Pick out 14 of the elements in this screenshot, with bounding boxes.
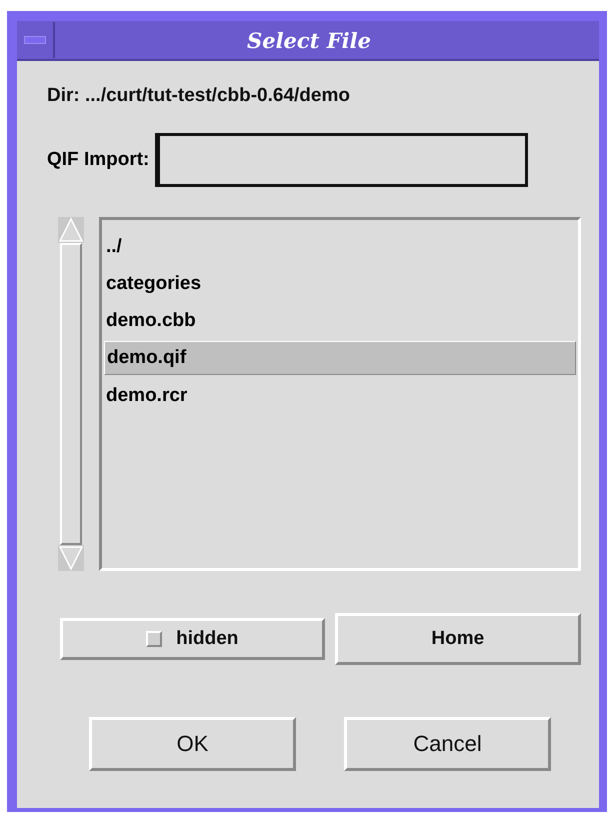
input-field[interactable] bbox=[155, 133, 528, 187]
directory-label: Dir: .../curt/tut-test/cbb-0.64/demo bbox=[47, 85, 351, 107]
window-title: Select File bbox=[246, 28, 372, 52]
file-item[interactable]: demo.cbb bbox=[104, 302, 576, 339]
hidden-toggle[interactable]: hidden bbox=[60, 618, 325, 660]
file-item[interactable]: demo.qif bbox=[104, 341, 576, 375]
dialog-button[interactable]: OK bbox=[89, 717, 296, 771]
home-button[interactable]: Home bbox=[334, 613, 581, 665]
file-item[interactable]: ../ bbox=[104, 228, 576, 265]
file-item[interactable]: categories bbox=[104, 265, 576, 302]
dialog-button[interactable]: Cancel bbox=[344, 717, 551, 771]
checkbox[interactable] bbox=[146, 631, 162, 647]
file-item[interactable]: demo.rcr bbox=[104, 377, 576, 414]
field-label: QIF Import: bbox=[47, 149, 150, 171]
